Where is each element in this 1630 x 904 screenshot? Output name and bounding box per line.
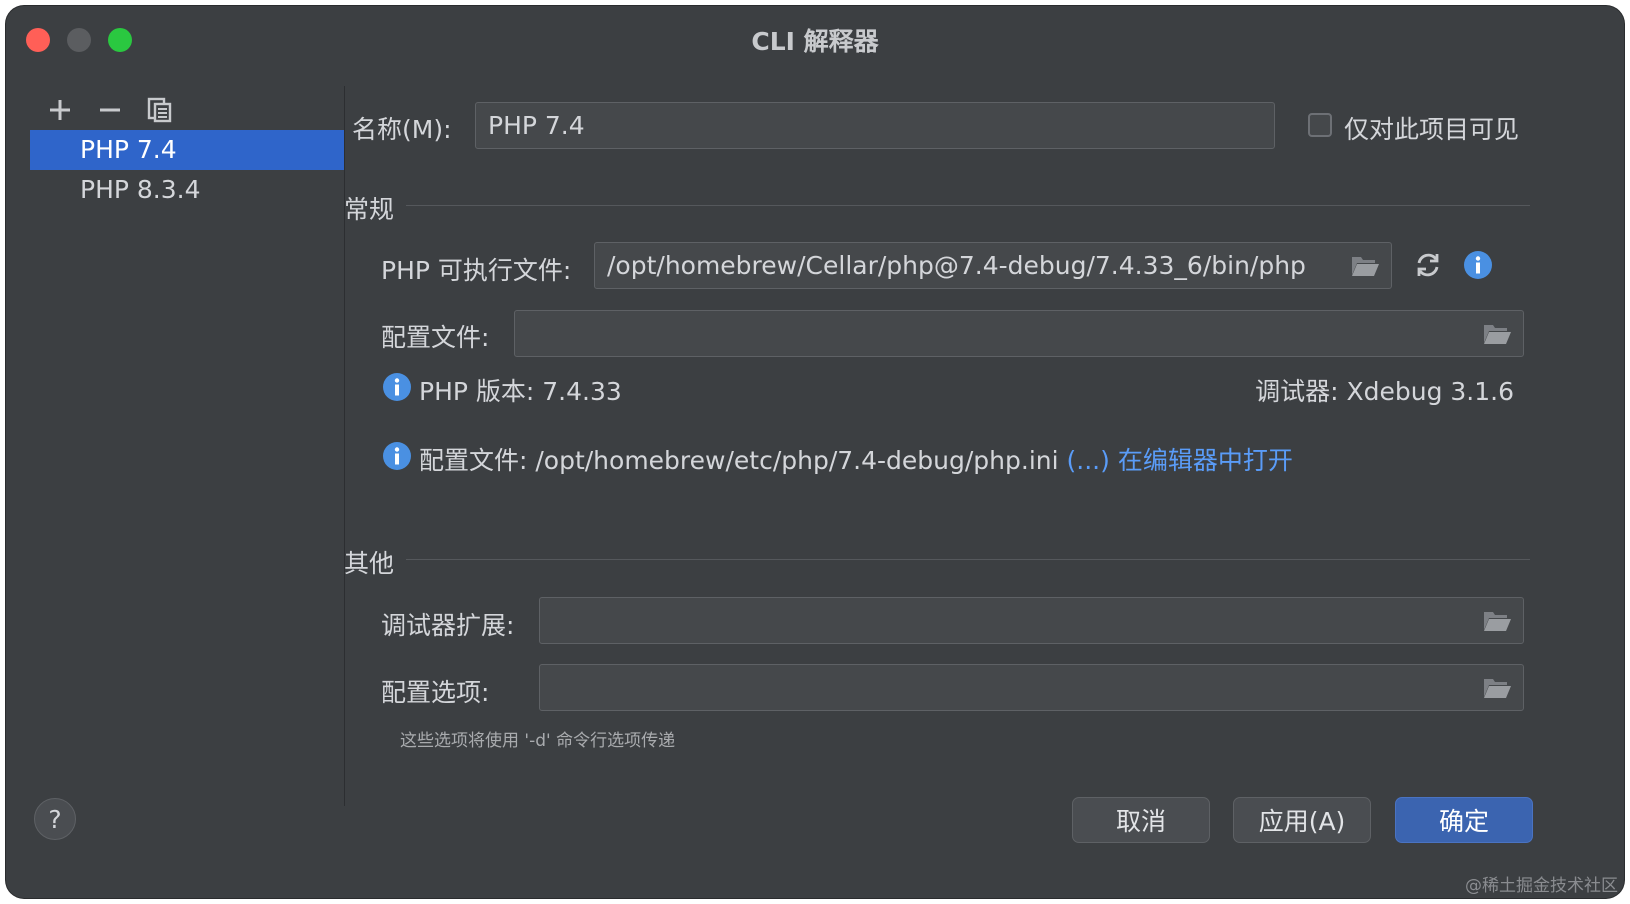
folder-icon [1352, 257, 1379, 276]
other-section-divider [406, 559, 1530, 560]
help-button[interactable]: ? [34, 798, 76, 840]
general-section-divider [406, 205, 1530, 206]
config-options-browse-button[interactable] [1481, 674, 1513, 702]
cancel-button[interactable]: 取消 [1072, 797, 1210, 843]
title-bar: CLI 解释器 [6, 6, 1624, 66]
executable-info-button[interactable] [1463, 250, 1493, 280]
watermark: @稀土掘金技术社区 [1465, 876, 1618, 896]
executable-field-wrapper [594, 242, 1392, 289]
php-version-info-icon [382, 372, 412, 402]
interpreter-list: PHP 7.4 PHP 8.3.4 [30, 130, 344, 210]
visible-only-checkbox[interactable] [1308, 113, 1332, 137]
debugger-extension-label: 调试器扩展: [381, 611, 515, 640]
debugger-extension-field-wrapper [539, 597, 1524, 644]
debugger-text: 调试器: Xdebug 3.1.6 [1255, 377, 1514, 406]
cli-interpreter-dialog: CLI 解释器 PHP 7.4 PHP 8.3.4 名称(M): PHP 7.4… [6, 6, 1624, 898]
name-field-wrapper [475, 102, 1275, 149]
name-label: 名称(M): [352, 115, 452, 144]
executable-browse-button[interactable] [1349, 252, 1381, 280]
config-file-browse-button[interactable] [1481, 320, 1513, 348]
remove-interpreter-button[interactable] [92, 92, 128, 128]
plus-icon [50, 100, 70, 120]
name-input[interactable] [476, 103, 1274, 148]
php-version-text: PHP 版本: 7.4.33 [419, 377, 622, 406]
folder-icon [1484, 325, 1511, 344]
interpreter-item-php-7-4[interactable]: PHP 7.4 [30, 130, 344, 170]
debugger-extension-input[interactable] [540, 598, 1523, 643]
visible-only-label[interactable]: 仅对此项目可见 [1344, 110, 1519, 146]
executable-label: PHP 可执行文件: [381, 256, 572, 285]
config-file-field-wrapper [514, 310, 1524, 357]
minus-icon [100, 108, 120, 112]
config-options-hint: 这些选项将使用 '-d' 命令行选项传递 [400, 731, 676, 751]
window-title: CLI 解释器 [751, 27, 879, 56]
apply-button[interactable]: 应用(A) [1233, 797, 1371, 843]
config-file-label: 配置文件: [381, 323, 490, 352]
refresh-icon [1417, 253, 1439, 277]
copy-interpreter-button[interactable] [142, 92, 178, 128]
add-interpreter-button[interactable] [42, 92, 78, 128]
executable-input[interactable] [595, 243, 1391, 288]
info-icon [1464, 251, 1492, 279]
folder-icon [1484, 679, 1511, 698]
config-info-more-link[interactable]: (...) [1067, 446, 1110, 475]
config-info-path: 配置文件: /opt/homebrew/etc/php/7.4-debug/ph… [419, 446, 1059, 475]
config-info-icon [382, 441, 412, 471]
debugger-extension-browse-button[interactable] [1481, 607, 1513, 635]
config-file-input[interactable] [515, 311, 1523, 356]
ok-button[interactable]: 确定 [1395, 797, 1533, 843]
config-options-field-wrapper [539, 664, 1524, 711]
info-icon [383, 442, 411, 470]
config-info-row: 配置文件: /opt/homebrew/etc/php/7.4-debug/ph… [419, 441, 1293, 477]
other-section-title: 其他 [344, 549, 395, 578]
copy-icon [147, 97, 172, 123]
refresh-button[interactable] [1413, 250, 1443, 280]
info-icon [383, 373, 411, 401]
open-in-editor-link[interactable]: 在编辑器中打开 [1118, 446, 1293, 475]
interpreter-item-php-8-3-4[interactable]: PHP 8.3.4 [30, 170, 344, 210]
folder-icon [1484, 612, 1511, 631]
config-options-input[interactable] [540, 665, 1523, 710]
config-options-label: 配置选项: [381, 678, 490, 707]
general-section-title: 常规 [344, 195, 395, 224]
